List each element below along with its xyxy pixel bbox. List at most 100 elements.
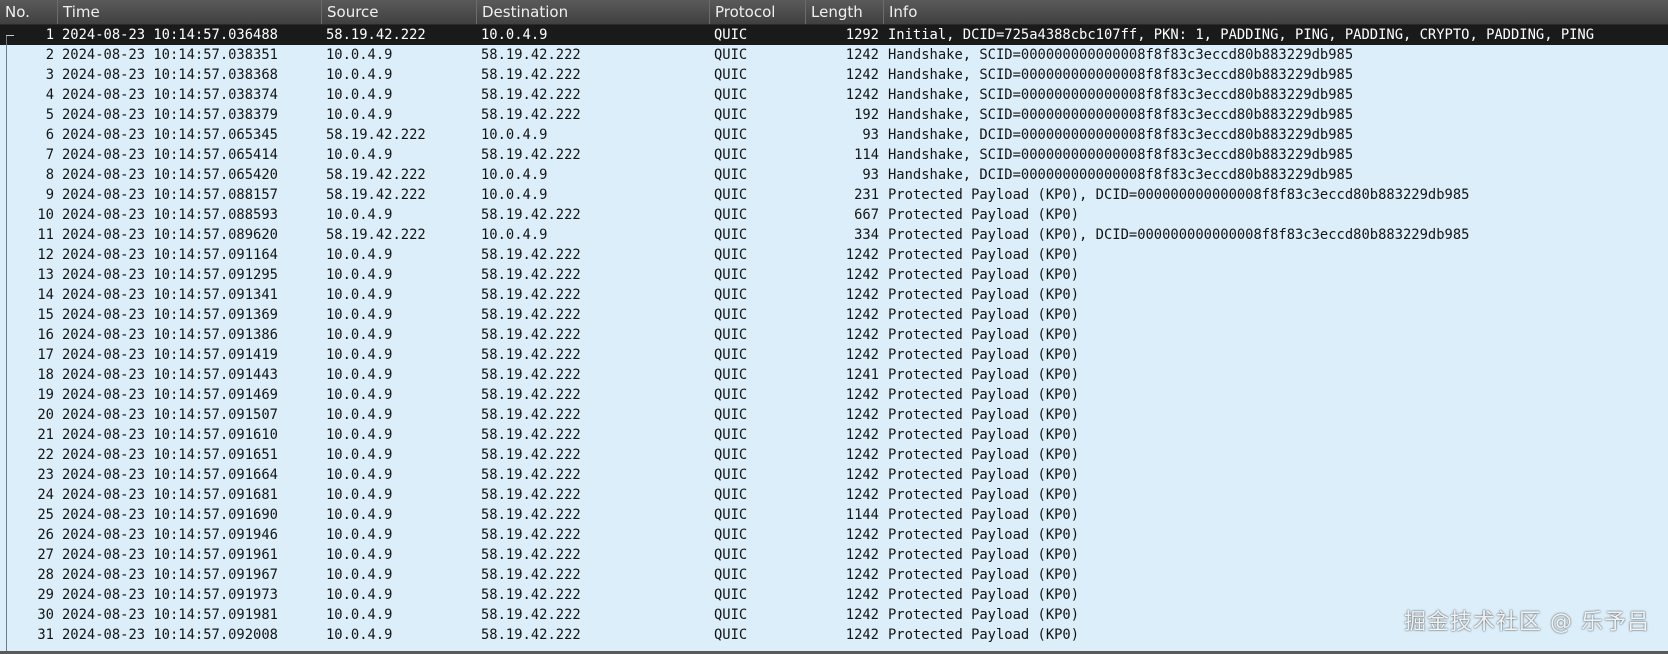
packet-destination: 58.19.42.222 <box>481 547 581 563</box>
packet-row[interactable]: 19 2024-08-23 10:14:57.091469 10.0.4.9 58.1… <box>0 385 1668 405</box>
column-header-destination[interactable]: Destination <box>477 0 710 24</box>
column-header-no[interactable]: No. <box>0 0 58 24</box>
packet-row[interactable]: 27 2024-08-23 10:14:57.091961 10.0.4.9 58.1… <box>0 545 1668 565</box>
packet-row[interactable]: 8 2024-08-23 10:14:57.065420 58.19.42.222 1… <box>0 165 1668 185</box>
packet-row[interactable]: 14 2024-08-23 10:14:57.091341 10.0.4.9 58.1… <box>0 285 1668 305</box>
packet-info: Handshake, SCID=000000000000008f8f83c3ec… <box>888 47 1354 63</box>
packet-destination: 58.19.42.222 <box>481 247 581 263</box>
packet-destination: 58.19.42.222 <box>481 487 581 503</box>
packet-length: 93 <box>862 167 879 183</box>
packet-source: 58.19.42.222 <box>326 167 426 183</box>
packet-info: Protected Payload (KP0), DCID=0000000000… <box>888 187 1470 203</box>
packet-protocol: QUIC <box>714 587 748 603</box>
packet-length: 1242 <box>845 607 879 623</box>
packet-source: 10.0.4.9 <box>326 427 393 443</box>
packet-time: 2024-08-23 10:14:57.091507 <box>62 407 278 423</box>
packet-row[interactable]: 7 2024-08-23 10:14:57.065414 10.0.4.9 58.19… <box>0 145 1668 165</box>
packet-protocol: QUIC <box>714 87 748 103</box>
packet-destination: 58.19.42.222 <box>481 67 581 83</box>
packet-info: Protected Payload (KP0), DCID=0000000000… <box>888 227 1470 243</box>
packet-time: 2024-08-23 10:14:57.091981 <box>62 607 278 623</box>
packet-info: Protected Payload (KP0) <box>888 207 1080 223</box>
packet-row[interactable]: 31 2024-08-23 10:14:57.092008 10.0.4.9 58.1… <box>0 625 1668 645</box>
packet-number: 27 <box>37 547 54 563</box>
column-header-bar: No. Time Source Destination Protocol Len… <box>0 0 1668 25</box>
packet-row[interactable]: 5 2024-08-23 10:14:57.038379 10.0.4.9 58.19… <box>0 105 1668 125</box>
packet-length: 93 <box>862 127 879 143</box>
packet-source: 10.0.4.9 <box>326 467 393 483</box>
packet-number: 21 <box>37 427 54 443</box>
packet-row[interactable]: 6 2024-08-23 10:14:57.065345 58.19.42.222 1… <box>0 125 1668 145</box>
packet-time: 2024-08-23 10:14:57.038379 <box>62 107 278 123</box>
packet-destination: 58.19.42.222 <box>481 307 581 323</box>
packet-info: Protected Payload (KP0) <box>888 467 1080 483</box>
packet-row[interactable]: 17 2024-08-23 10:14:57.091419 10.0.4.9 58.1… <box>0 345 1668 365</box>
packet-time: 2024-08-23 10:14:57.091164 <box>62 247 278 263</box>
packet-time: 2024-08-23 10:14:57.038374 <box>62 87 278 103</box>
packet-number: 23 <box>37 467 54 483</box>
packet-row[interactable]: 18 2024-08-23 10:14:57.091443 10.0.4.9 58.1… <box>0 365 1668 385</box>
packet-destination: 10.0.4.9 <box>481 127 548 143</box>
column-header-time[interactable]: Time <box>58 0 322 24</box>
packet-row[interactable]: 24 2024-08-23 10:14:57.091681 10.0.4.9 58.1… <box>0 485 1668 505</box>
packet-time: 2024-08-23 10:14:57.038368 <box>62 67 278 83</box>
packet-length: 1144 <box>845 507 879 523</box>
column-header-protocol[interactable]: Protocol <box>710 0 806 24</box>
packet-row[interactable]: 16 2024-08-23 10:14:57.091386 10.0.4.9 58.1… <box>0 325 1668 345</box>
packet-row[interactable]: 10 2024-08-23 10:14:57.088593 10.0.4.9 58.1… <box>0 205 1668 225</box>
packet-row[interactable]: 12 2024-08-23 10:14:57.091164 10.0.4.9 58.1… <box>0 245 1668 265</box>
packet-source: 10.0.4.9 <box>326 347 393 363</box>
packet-row[interactable]: 2 2024-08-23 10:14:57.038351 10.0.4.9 58.19… <box>0 45 1668 65</box>
packet-number: 9 <box>45 187 54 203</box>
packet-row[interactable]: 1 2024-08-23 10:14:57.036488 58.19.42.222 1… <box>0 25 1668 45</box>
packet-row[interactable]: 20 2024-08-23 10:14:57.091507 10.0.4.9 58.1… <box>0 405 1668 425</box>
packet-length: 334 <box>854 227 879 243</box>
packet-length: 231 <box>854 187 879 203</box>
packet-row[interactable]: 4 2024-08-23 10:14:57.038374 10.0.4.9 58.19… <box>0 85 1668 105</box>
packet-info: Protected Payload (KP0) <box>888 267 1080 283</box>
packet-info: Protected Payload (KP0) <box>888 287 1080 303</box>
packet-row[interactable]: 23 2024-08-23 10:14:57.091664 10.0.4.9 58.1… <box>0 465 1668 485</box>
packet-destination: 58.19.42.222 <box>481 627 581 643</box>
packet-time: 2024-08-23 10:14:57.091341 <box>62 287 278 303</box>
packet-info: Handshake, DCID=000000000000008f8f83c3ec… <box>888 167 1354 183</box>
packet-row[interactable]: 30 2024-08-23 10:14:57.091981 10.0.4.9 58.1… <box>0 605 1668 625</box>
packet-number: 14 <box>37 287 54 303</box>
packet-protocol: QUIC <box>714 507 748 523</box>
column-header-info[interactable]: Info <box>884 0 1668 24</box>
packet-number: 29 <box>37 587 54 603</box>
packet-destination: 58.19.42.222 <box>481 567 581 583</box>
packet-length: 1242 <box>845 87 879 103</box>
packet-info: Protected Payload (KP0) <box>888 627 1080 643</box>
column-header-source[interactable]: Source <box>322 0 477 24</box>
packet-source: 10.0.4.9 <box>326 327 393 343</box>
packet-row[interactable]: 26 2024-08-23 10:14:57.091946 10.0.4.9 58.1… <box>0 525 1668 545</box>
packet-row[interactable]: 29 2024-08-23 10:14:57.091973 10.0.4.9 58.1… <box>0 585 1668 605</box>
packet-protocol: QUIC <box>714 187 748 203</box>
packet-row[interactable]: 3 2024-08-23 10:14:57.038368 10.0.4.9 58.19… <box>0 65 1668 85</box>
packet-destination: 58.19.42.222 <box>481 207 581 223</box>
conversation-bracket-start <box>6 35 14 36</box>
packet-info: Handshake, DCID=000000000000008f8f83c3ec… <box>888 127 1354 143</box>
packet-protocol: QUIC <box>714 347 748 363</box>
packet-row[interactable]: 22 2024-08-23 10:14:57.091651 10.0.4.9 58.1… <box>0 445 1668 465</box>
packet-length: 1241 <box>845 367 879 383</box>
packet-row[interactable]: 15 2024-08-23 10:14:57.091369 10.0.4.9 58.1… <box>0 305 1668 325</box>
packet-row[interactable]: 25 2024-08-23 10:14:57.091690 10.0.4.9 58.1… <box>0 505 1668 525</box>
packet-protocol: QUIC <box>714 287 748 303</box>
packet-time: 2024-08-23 10:14:57.091419 <box>62 347 278 363</box>
packet-number: 8 <box>45 167 54 183</box>
column-header-length[interactable]: Length <box>806 0 884 24</box>
packet-row[interactable]: 11 2024-08-23 10:14:57.089620 58.19.42.222… <box>0 225 1668 245</box>
packet-destination: 58.19.42.222 <box>481 427 581 443</box>
packet-list[interactable]: No. Time Source Destination Protocol Len… <box>0 0 1668 654</box>
packet-info: Protected Payload (KP0) <box>888 247 1080 263</box>
packet-row[interactable]: 13 2024-08-23 10:14:57.091295 10.0.4.9 58.1… <box>0 265 1668 285</box>
packet-row[interactable]: 21 2024-08-23 10:14:57.091610 10.0.4.9 58.1… <box>0 425 1668 445</box>
packet-length: 1242 <box>845 627 879 643</box>
packet-row[interactable]: 28 2024-08-23 10:14:57.091967 10.0.4.9 58.1… <box>0 565 1668 585</box>
packet-time: 2024-08-23 10:14:57.091386 <box>62 327 278 343</box>
packet-number: 26 <box>37 527 54 543</box>
packet-row[interactable]: 9 2024-08-23 10:14:57.088157 58.19.42.222 1… <box>0 185 1668 205</box>
packet-destination: 58.19.42.222 <box>481 267 581 283</box>
